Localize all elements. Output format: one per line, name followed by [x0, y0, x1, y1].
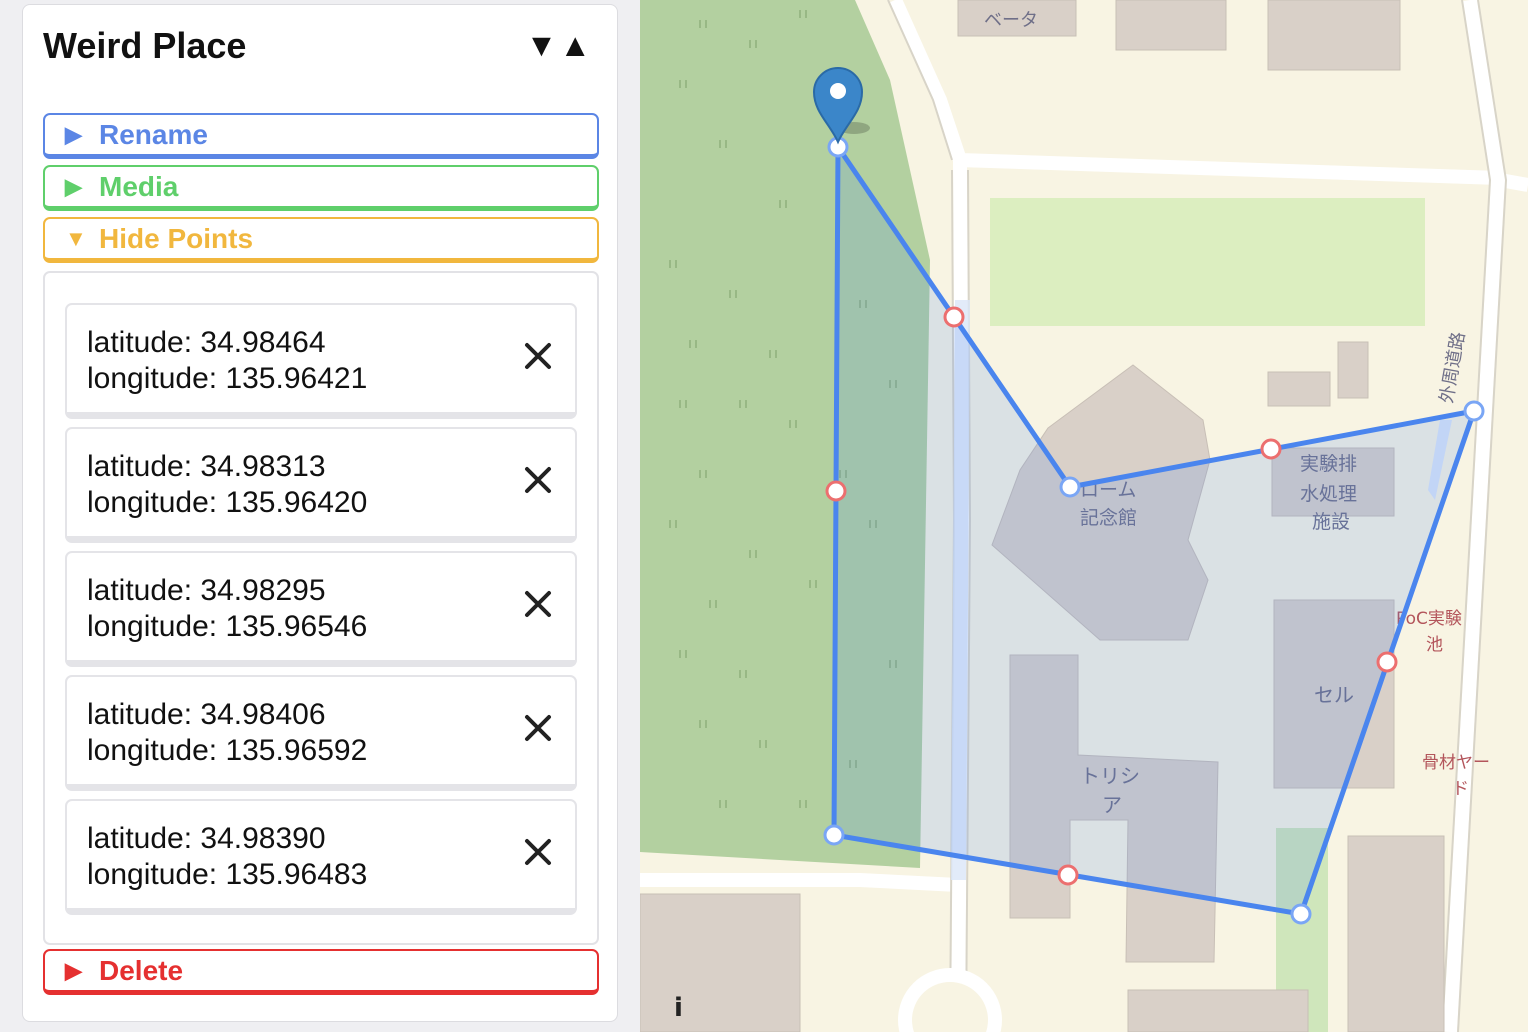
place-card: Weird Place ▼▲ ▶ Rename ▶ Media ▼ Hide P…: [22, 4, 618, 1022]
remove-point-icon[interactable]: [523, 713, 553, 743]
midpoint-handle[interactable]: [1057, 864, 1079, 886]
points-list: latitude: 34.98464 longitude: 135.96421 …: [43, 271, 599, 945]
rename-button[interactable]: ▶ Rename: [43, 113, 599, 159]
point-latitude: latitude: 34.98406: [87, 698, 326, 731]
media-label: Media: [99, 170, 179, 202]
place-title: Weird Place: [43, 25, 247, 66]
map-label-poc-2: 池: [1426, 635, 1443, 655]
midpoint-handle[interactable]: [1260, 438, 1282, 460]
vertex-handle[interactable]: [1059, 476, 1081, 498]
vertex-handle[interactable]: [823, 824, 845, 846]
collapse-triangle-icon: ▼: [65, 225, 87, 251]
point-latitude: latitude: 34.98313: [87, 450, 326, 483]
point-longitude: longitude: 135.96483: [87, 858, 368, 891]
delete-button[interactable]: ▶ Delete: [43, 949, 599, 995]
vertex-handle[interactable]: [1463, 400, 1485, 422]
reorder-arrows-icon[interactable]: ▼▲: [526, 27, 593, 64]
point-item: latitude: 34.98464 longitude: 135.96421: [65, 303, 577, 419]
point-item: latitude: 34.98406 longitude: 135.96592: [65, 675, 577, 791]
point-longitude: longitude: 135.96420: [87, 486, 368, 519]
hide-points-label: Hide Points: [99, 222, 254, 254]
point-longitude: longitude: 135.96592: [87, 734, 368, 767]
point-latitude: latitude: 34.98464: [87, 326, 326, 359]
midpoint-handle[interactable]: [943, 306, 965, 328]
map-label-beta: ベータ: [984, 10, 1038, 31]
point-longitude: longitude: 135.96421: [87, 362, 368, 395]
point-item: latitude: 34.98313 longitude: 135.96420: [65, 427, 577, 543]
map-canvas[interactable]: ベータ ローム 記念館 実験排 水処理 施設 セル トリシ ア 外周道路 PoC…: [640, 0, 1528, 1032]
hide-points-button[interactable]: ▼ Hide Points: [43, 217, 599, 263]
map-label-kotsu-1: 骨材ヤー: [1422, 753, 1490, 773]
expand-triangle-icon: ▶: [65, 173, 82, 199]
map-view[interactable]: ベータ ローム 記念館 実験排 水処理 施設 セル トリシ ア 外周道路 PoC…: [640, 0, 1528, 1032]
vertex-handle[interactable]: [1290, 903, 1312, 925]
remove-point-icon[interactable]: [523, 589, 553, 619]
delete-label: Delete: [99, 954, 184, 986]
grass-field: [990, 198, 1425, 326]
point-longitude: longitude: 135.96546: [87, 610, 368, 643]
point-item: latitude: 34.98295 longitude: 135.96546: [65, 551, 577, 667]
media-button[interactable]: ▶ Media: [43, 165, 599, 211]
expand-triangle-icon: ▶: [65, 121, 82, 147]
midpoint-handle[interactable]: [1376, 651, 1398, 673]
midpoint-handle[interactable]: [825, 480, 847, 502]
rename-label: Rename: [99, 118, 208, 150]
remove-point-icon[interactable]: [523, 837, 553, 867]
sidebar: Weird Place ▼▲ ▶ Rename ▶ Media ▼ Hide P…: [0, 0, 640, 1032]
map-label-kotsu-2: ド: [1452, 779, 1469, 799]
point-latitude: latitude: 34.98295: [87, 574, 326, 607]
remove-point-icon[interactable]: [523, 341, 553, 371]
remove-point-icon[interactable]: [523, 465, 553, 495]
expand-triangle-icon: ▶: [65, 957, 82, 983]
point-latitude: latitude: 34.98390: [87, 822, 326, 855]
point-item: latitude: 34.98390 longitude: 135.96483: [65, 799, 577, 915]
info-map-icon: i: [674, 993, 683, 1023]
